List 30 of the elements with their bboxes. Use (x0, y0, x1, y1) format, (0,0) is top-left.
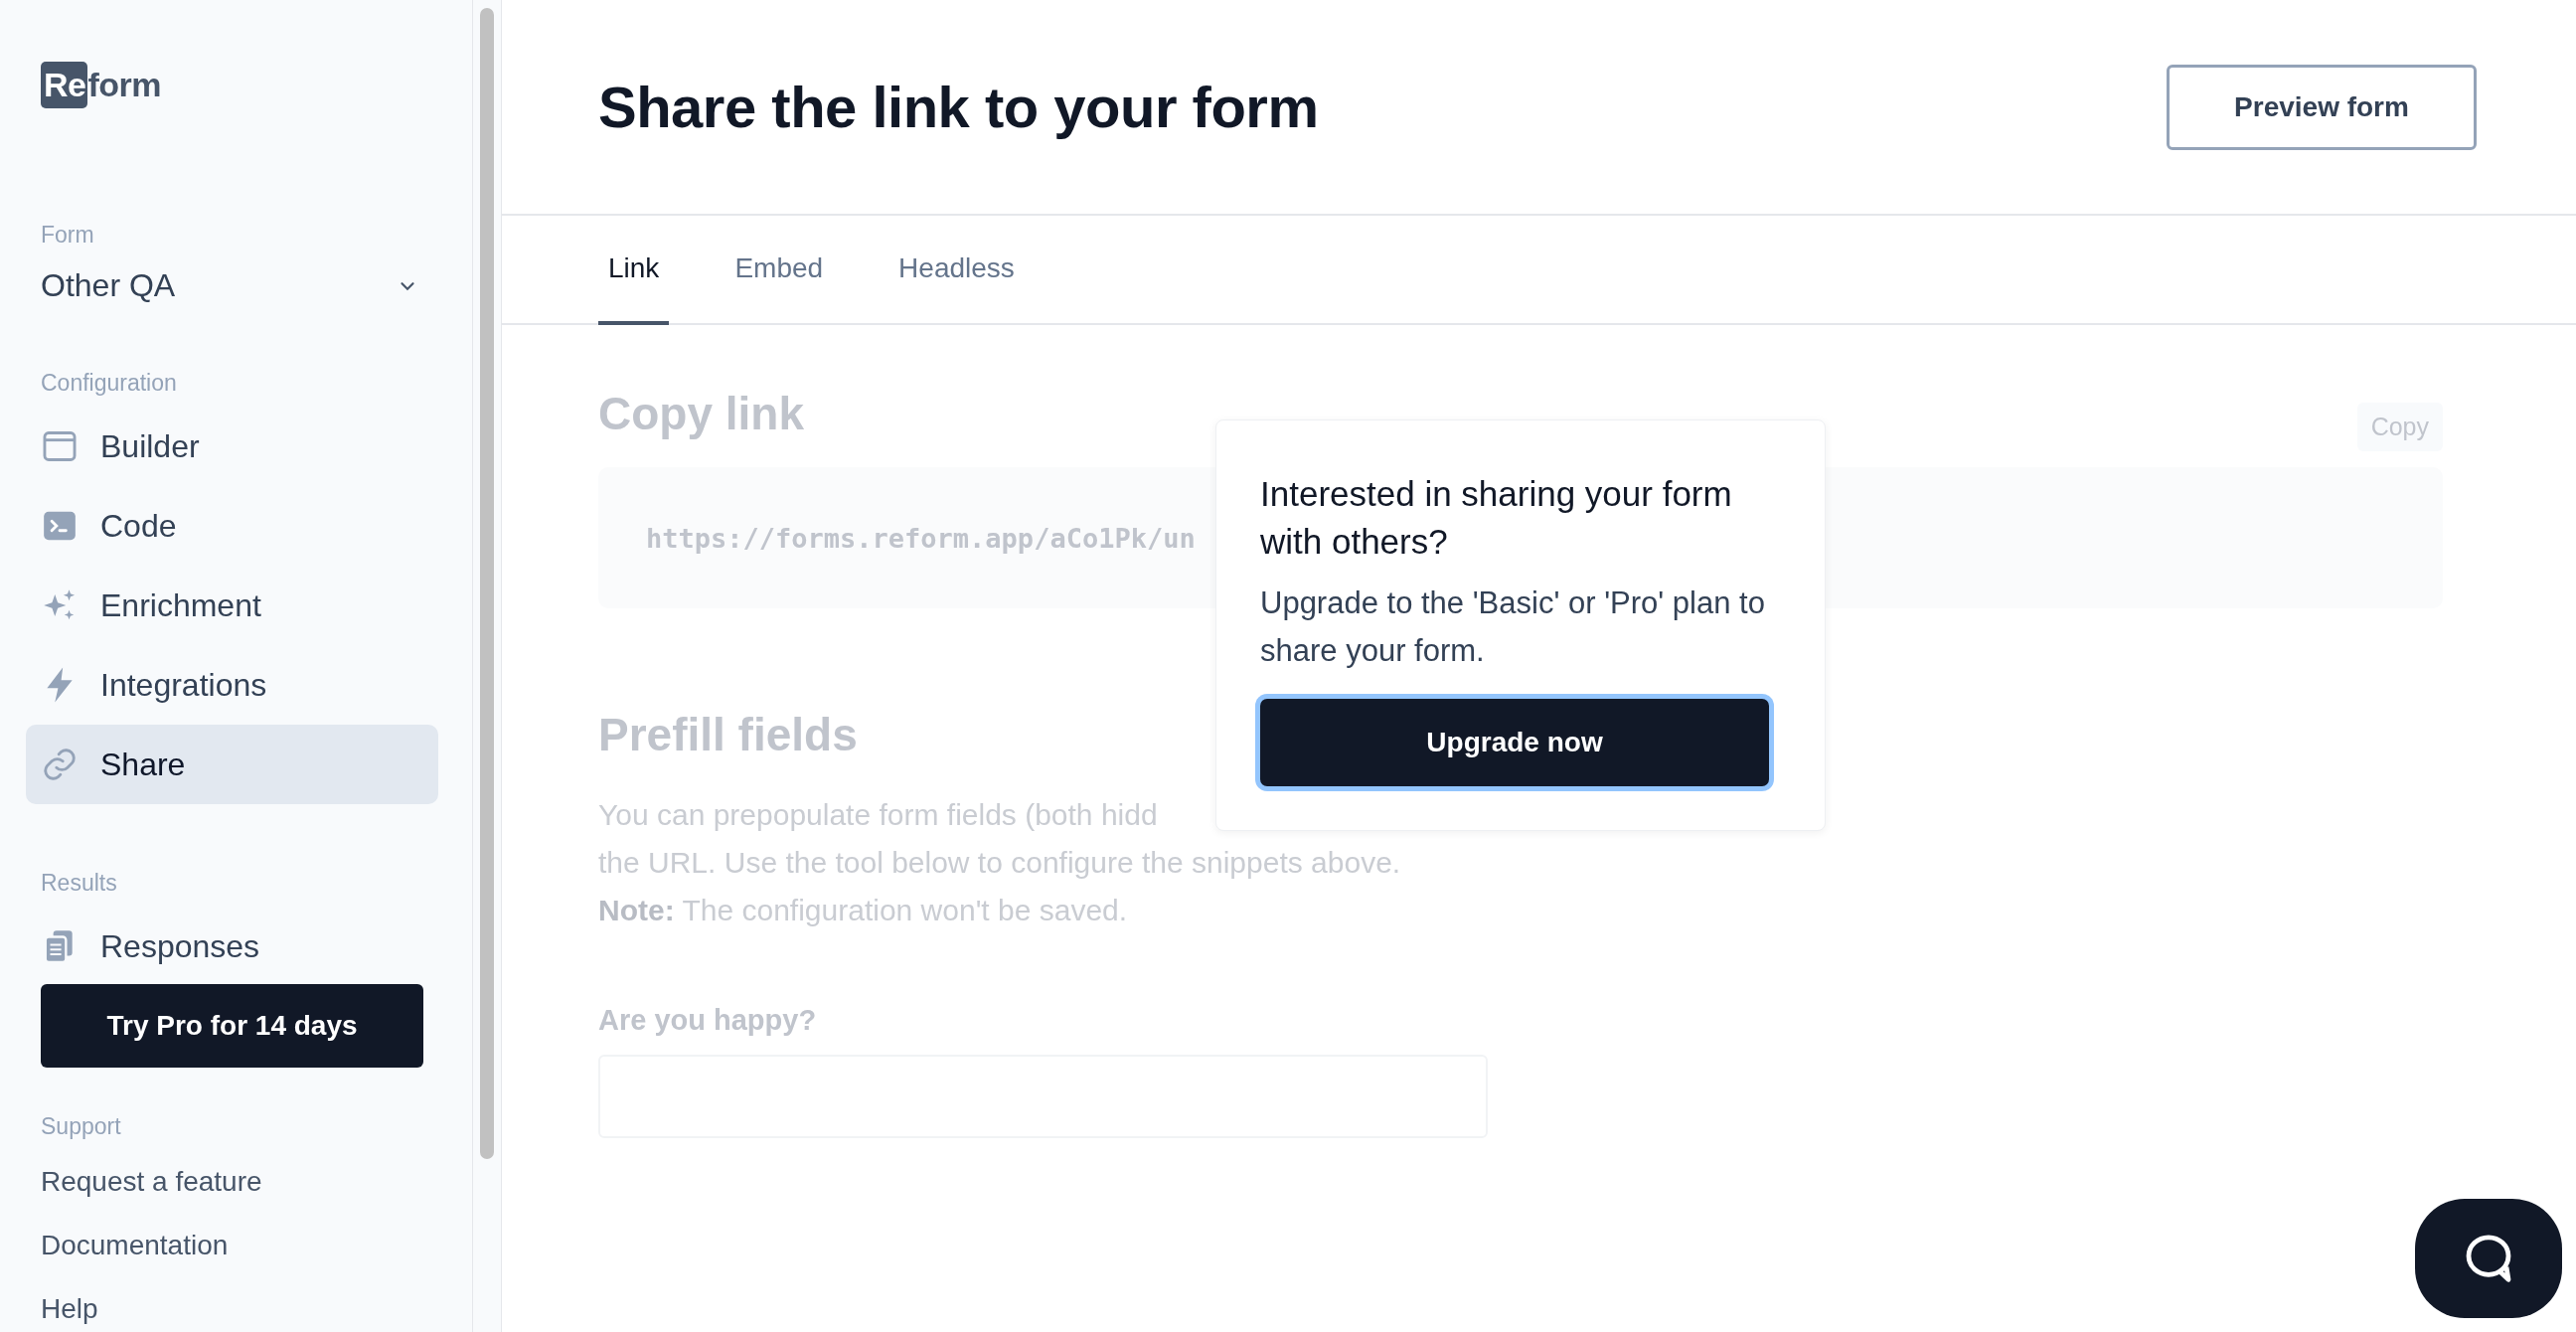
sidebar-link[interactable]: Help (41, 1277, 438, 1332)
try-pro-button[interactable]: Try Pro for 14 days (41, 984, 423, 1068)
tab[interactable]: Link (598, 216, 670, 325)
section-label: Support (41, 1113, 122, 1140)
chat-button[interactable] (2415, 1199, 2562, 1318)
sidebar-item[interactable]: Code (26, 486, 438, 566)
link-icon (41, 746, 79, 783)
sidebar-item[interactable]: Builder (26, 407, 438, 486)
form-selector[interactable]: Other QA (41, 267, 438, 304)
popup-text: Upgrade to the 'Basic' or 'Pro' plan to share your form. (1260, 584, 1766, 670)
sidebar-item[interactable]: Responses (26, 907, 438, 986)
section-label: Configuration (41, 370, 178, 397)
sidebar-item[interactable]: Enrichment (26, 566, 438, 645)
sidebar-item[interactable]: Integrations (26, 645, 438, 725)
sidebar-item[interactable]: Share (26, 725, 438, 804)
logo: Reform (41, 62, 162, 108)
scrollbar-thumb[interactable] (480, 8, 494, 1159)
sidebar-link[interactable]: Documentation (41, 1214, 438, 1277)
tab[interactable]: Embed (724, 216, 834, 325)
sidebar-link[interactable]: Request a feature (41, 1150, 438, 1214)
page-title: Share the link to your form (598, 74, 1319, 140)
section-heading: Prefill fields (598, 708, 858, 761)
url-text: https://forms.reform.app/aCo1Pk/un (646, 522, 1196, 554)
section-label: Form (41, 222, 95, 249)
tab[interactable]: Headless (888, 216, 1025, 325)
section-label: Results (41, 870, 118, 897)
preview-form-button[interactable]: Preview form (2167, 64, 2477, 150)
field-label: Are you happy? (598, 1004, 817, 1037)
section-heading: Copy link (598, 387, 805, 440)
popup-title: Interested in sharing your form with others? (1260, 473, 1733, 563)
